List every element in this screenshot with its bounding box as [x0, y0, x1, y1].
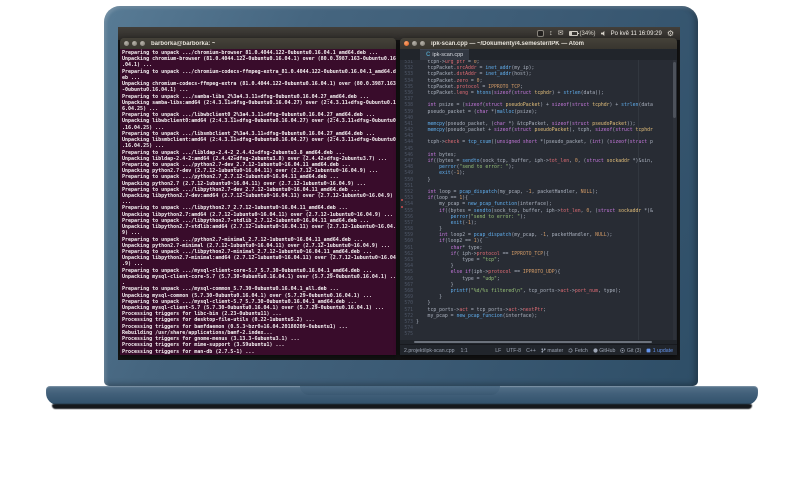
scrollbar-thumb[interactable] [414, 341, 652, 343]
github-icon [593, 348, 598, 353]
line-number: 575 [404, 332, 413, 338]
panel-clock[interactable]: Po kvě 11 16:09:29 [611, 31, 662, 37]
code-editor[interactable]: 531 tcph->urg_ptr = 0; 532 tcpPacket.srcA… [400, 60, 677, 340]
minimize-button[interactable] [412, 41, 417, 46]
code-text: pseudo_packet = (char *)malloc(psize); [416, 109, 538, 115]
scrollbar-thumb[interactable] [673, 62, 676, 118]
code-text: } [416, 319, 419, 325]
laptop-screen: ↕ ✉ (34%) Po kvě 11 16:09:29 ⚙ barborka@… [118, 27, 680, 360]
code-line: 575 [400, 332, 677, 338]
code-text: memcpy(pseudo_packet + sizeof(struct pse… [427, 128, 653, 134]
status-updates[interactable]: 1 update [646, 348, 673, 354]
maximize-button[interactable] [140, 41, 145, 46]
cpp-file-icon: C [426, 52, 431, 58]
tab-ipk-scan[interactable]: C ipk-scan.cpp [420, 49, 470, 60]
atom-tab-bar: C ipk-scan.cpp [400, 49, 677, 60]
status-fetch[interactable]: Fetch [568, 348, 588, 354]
terminal-body[interactable]: Preparing to unpack .../chromium-browser… [120, 49, 396, 355]
status-git-branch[interactable]: master [541, 348, 563, 354]
status-github[interactable]: GitHub [593, 348, 615, 354]
session-gear-icon[interactable]: ⚙ [667, 29, 674, 38]
laptop-mockup: { "colors": { "terminal_bg": "#390c2b", … [0, 0, 800, 477]
code-text: } [416, 177, 431, 183]
vertical-scrollbar[interactable] [673, 60, 676, 340]
atom-window: ipk-scan.cpp — ~/Dokumenty/4.semester/IP… [400, 38, 677, 355]
laptop-base-shadow [52, 404, 752, 409]
battery-icon [568, 31, 579, 36]
git-eye-icon [620, 348, 626, 353]
branch-icon [541, 348, 546, 353]
battery-percent: (34%) [579, 30, 596, 37]
atom-status-bar: 2.projekt/ipk-scan.cpp 1:1 LF UTF-8 C++ … [400, 344, 677, 355]
status-file-path[interactable]: 2.projekt/ipk-scan.cpp [404, 348, 454, 354]
status-grammar[interactable]: C++ [526, 348, 536, 354]
sync-icon [568, 348, 573, 353]
status-encoding[interactable]: UTF-8 [506, 348, 521, 354]
code-text: tcph->check = tcp_csum((unsigned short *… [416, 140, 653, 146]
code-text: my_pcap = new_pcap_funcion(interface); [416, 313, 538, 319]
atom-title: ipk-scan.cpp — ~/Dokumenty/4.semester/IP… [431, 40, 584, 47]
network-arrows-icon[interactable]: ↕ [549, 30, 553, 37]
mail-icon[interactable]: ✉ [558, 30, 564, 37]
horizontal-scrollbar[interactable] [400, 340, 677, 344]
close-button[interactable] [404, 41, 409, 46]
tab-label: ipk-scan.cpp [432, 52, 464, 58]
laptop-base-notch [300, 386, 500, 395]
terminal-titlebar[interactable]: barborka@barborka: ~ [120, 38, 396, 49]
terminal-window: barborka@barborka: ~ Preparing to unpack… [120, 38, 396, 355]
status-git-changes[interactable]: Git (3) [620, 348, 641, 354]
minimize-button[interactable] [132, 41, 137, 46]
code-text: printf("%d/%s filtered\n", tcp_ports->ac… [450, 288, 622, 294]
code-line: 542 memcpy(pseudo_packet + sizeof(struct… [400, 128, 677, 134]
status-cursor-position[interactable]: 1:1 [460, 348, 467, 354]
maximize-button[interactable] [420, 41, 425, 46]
keyboard-indicator-icon[interactable] [537, 30, 545, 37]
status-line-ending[interactable]: LF [495, 348, 501, 354]
battery-indicator[interactable]: (34%) [568, 30, 596, 37]
volume-icon[interactable] [600, 31, 606, 36]
code-text: tcpPacket.leng = htons(sizeof(struct tcp… [416, 90, 604, 96]
code-line: 544 tcph->check = tcp_csum((unsigned sho… [400, 140, 677, 146]
terminal-title: barborka@barborka: ~ [151, 40, 216, 47]
git-marker-icon [401, 199, 403, 201]
close-button[interactable] [124, 41, 129, 46]
wrap-guide [638, 60, 639, 340]
atom-titlebar[interactable]: ipk-scan.cpp — ~/Dokumenty/4.semester/IP… [400, 38, 677, 49]
package-update-icon [646, 348, 651, 353]
git-marker-icon [401, 206, 403, 208]
terminal-output: Preparing to unpack .../chromium-browser… [122, 50, 396, 355]
